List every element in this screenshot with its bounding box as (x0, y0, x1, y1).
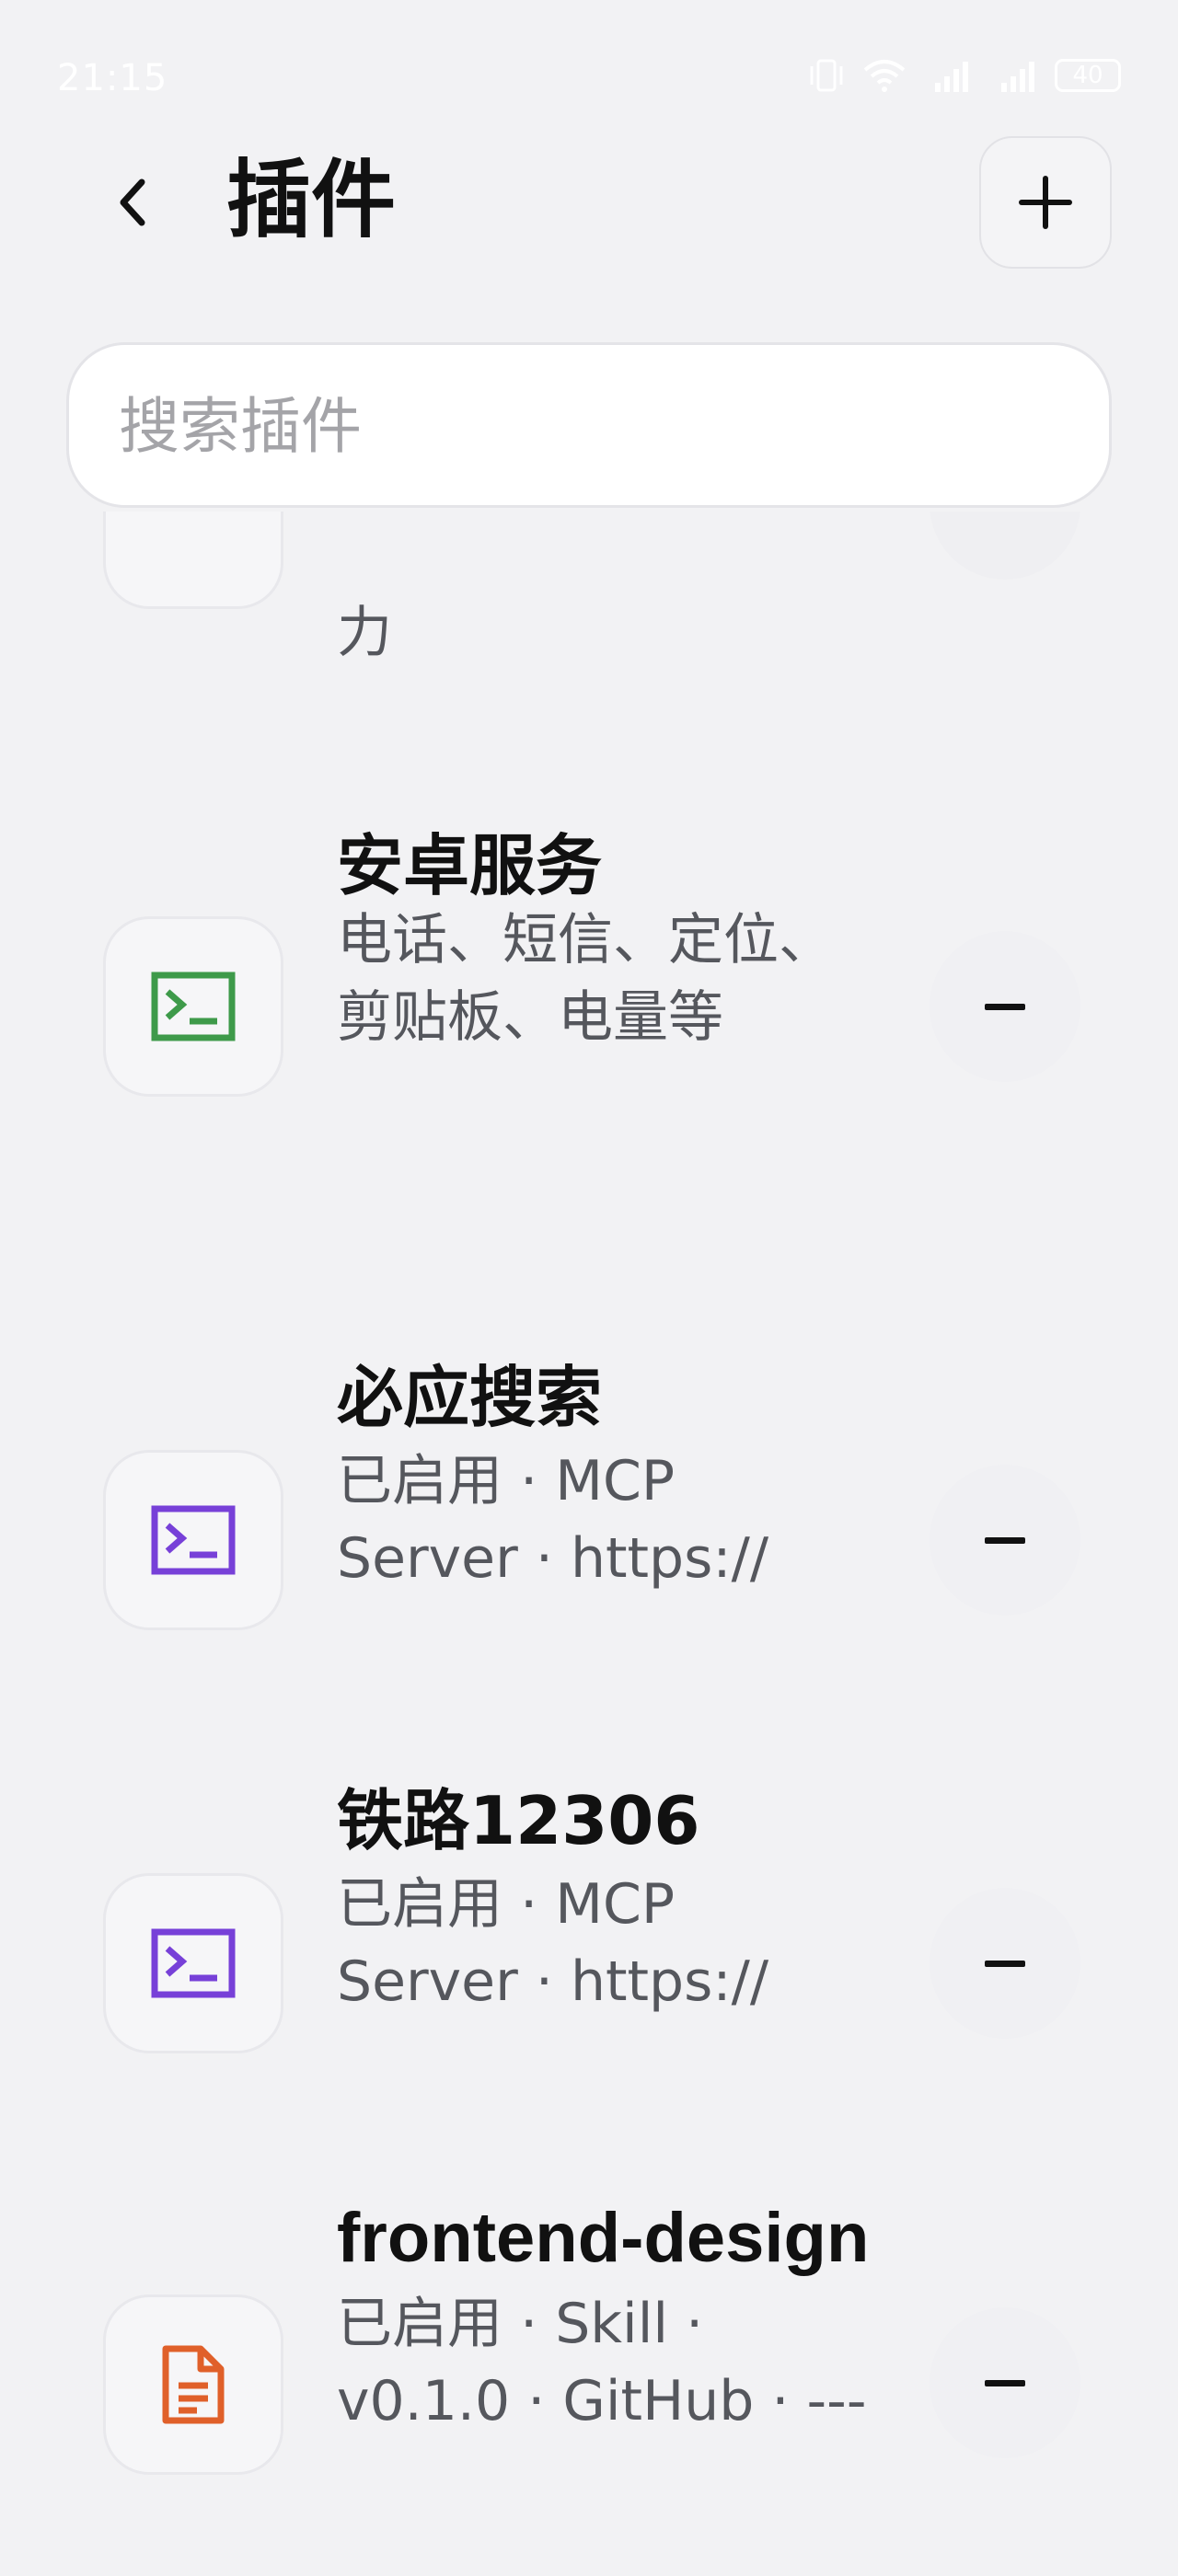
plugin-name: 铁路12306 (337, 1782, 700, 1859)
remove-plugin-button[interactable] (930, 1888, 1080, 2039)
plugin-description: 电话、短信、定位、剪贴板、电量等 (337, 908, 834, 1050)
minus-icon (985, 2379, 1025, 2386)
plugin-description: 已启用 · MCP Server · https:// (337, 1449, 769, 1591)
terminal-icon (151, 972, 236, 1041)
plugin-row[interactable]: 安卓服务 电话、短信、定位、剪贴板、电量等 (0, 824, 1178, 1211)
search-input[interactable] (117, 345, 1041, 507)
plugin-icon-container (103, 512, 283, 609)
plugin-icon-container (103, 2294, 283, 2475)
remove-plugin-button[interactable] (930, 931, 1080, 1082)
minus-icon (985, 1960, 1025, 1967)
plugin-row[interactable]: 铁路12306 已启用 · MCP Server · https:// (0, 1779, 1178, 2092)
terminal-icon (151, 1928, 236, 1998)
plugin-icon-container (103, 1873, 283, 2053)
plugin-icon-container (103, 1450, 283, 1630)
status-icons: 40 (806, 57, 1121, 94)
battery-level: 40 (1072, 62, 1103, 89)
plugin-row[interactable]: 必应搜索 已启用 · MCP Server · https:// (0, 1356, 1178, 1669)
plugin-name: frontend-design (337, 2199, 870, 2277)
status-time: 21:15 (57, 57, 168, 99)
plugin-description: 已启用 · Skill · v0.1.0 · GitHub · --- (337, 2292, 867, 2433)
status-bar: 21:15 40 (0, 0, 1178, 156)
minus-icon (985, 1003, 1025, 1010)
plus-icon (1019, 176, 1072, 229)
signal-icon-2 (1001, 62, 1034, 92)
chevron-left-icon (120, 178, 145, 226)
plugin-list[interactable]: 力 安卓服务 电话、短信、定位、剪贴板、电量等 必应搜索 已启用 · MCP S… (0, 512, 1178, 2576)
wifi-icon (863, 60, 906, 92)
plugin-row[interactable]: frontend-design 已启用 · Skill · v0.1.0 · G… (0, 2197, 1178, 2510)
minus-icon (985, 1536, 1025, 1544)
plugin-name: 安卓服务 (337, 827, 603, 904)
plugin-icon-container (103, 916, 283, 1097)
vibrate-icon (810, 59, 843, 92)
plugin-description: 已启用 · MCP Server · https:// (337, 1872, 769, 2014)
plugin-name: 必应搜索 (337, 1359, 603, 1436)
add-plugin-button[interactable] (979, 136, 1112, 269)
page-title: 插件 (226, 151, 397, 249)
signal-icon (935, 62, 968, 92)
document-icon (162, 2345, 225, 2424)
back-button[interactable] (99, 166, 166, 239)
terminal-icon (151, 1505, 236, 1575)
battery-icon: 40 (1055, 59, 1121, 92)
remove-plugin-button[interactable] (930, 512, 1080, 580)
remove-plugin-button[interactable] (930, 1465, 1080, 1616)
remove-plugin-button[interactable] (930, 2307, 1080, 2458)
plugin-description: 力 (337, 601, 392, 665)
plugin-row-partial[interactable]: 力 (0, 512, 1178, 668)
search-box (66, 342, 1112, 508)
